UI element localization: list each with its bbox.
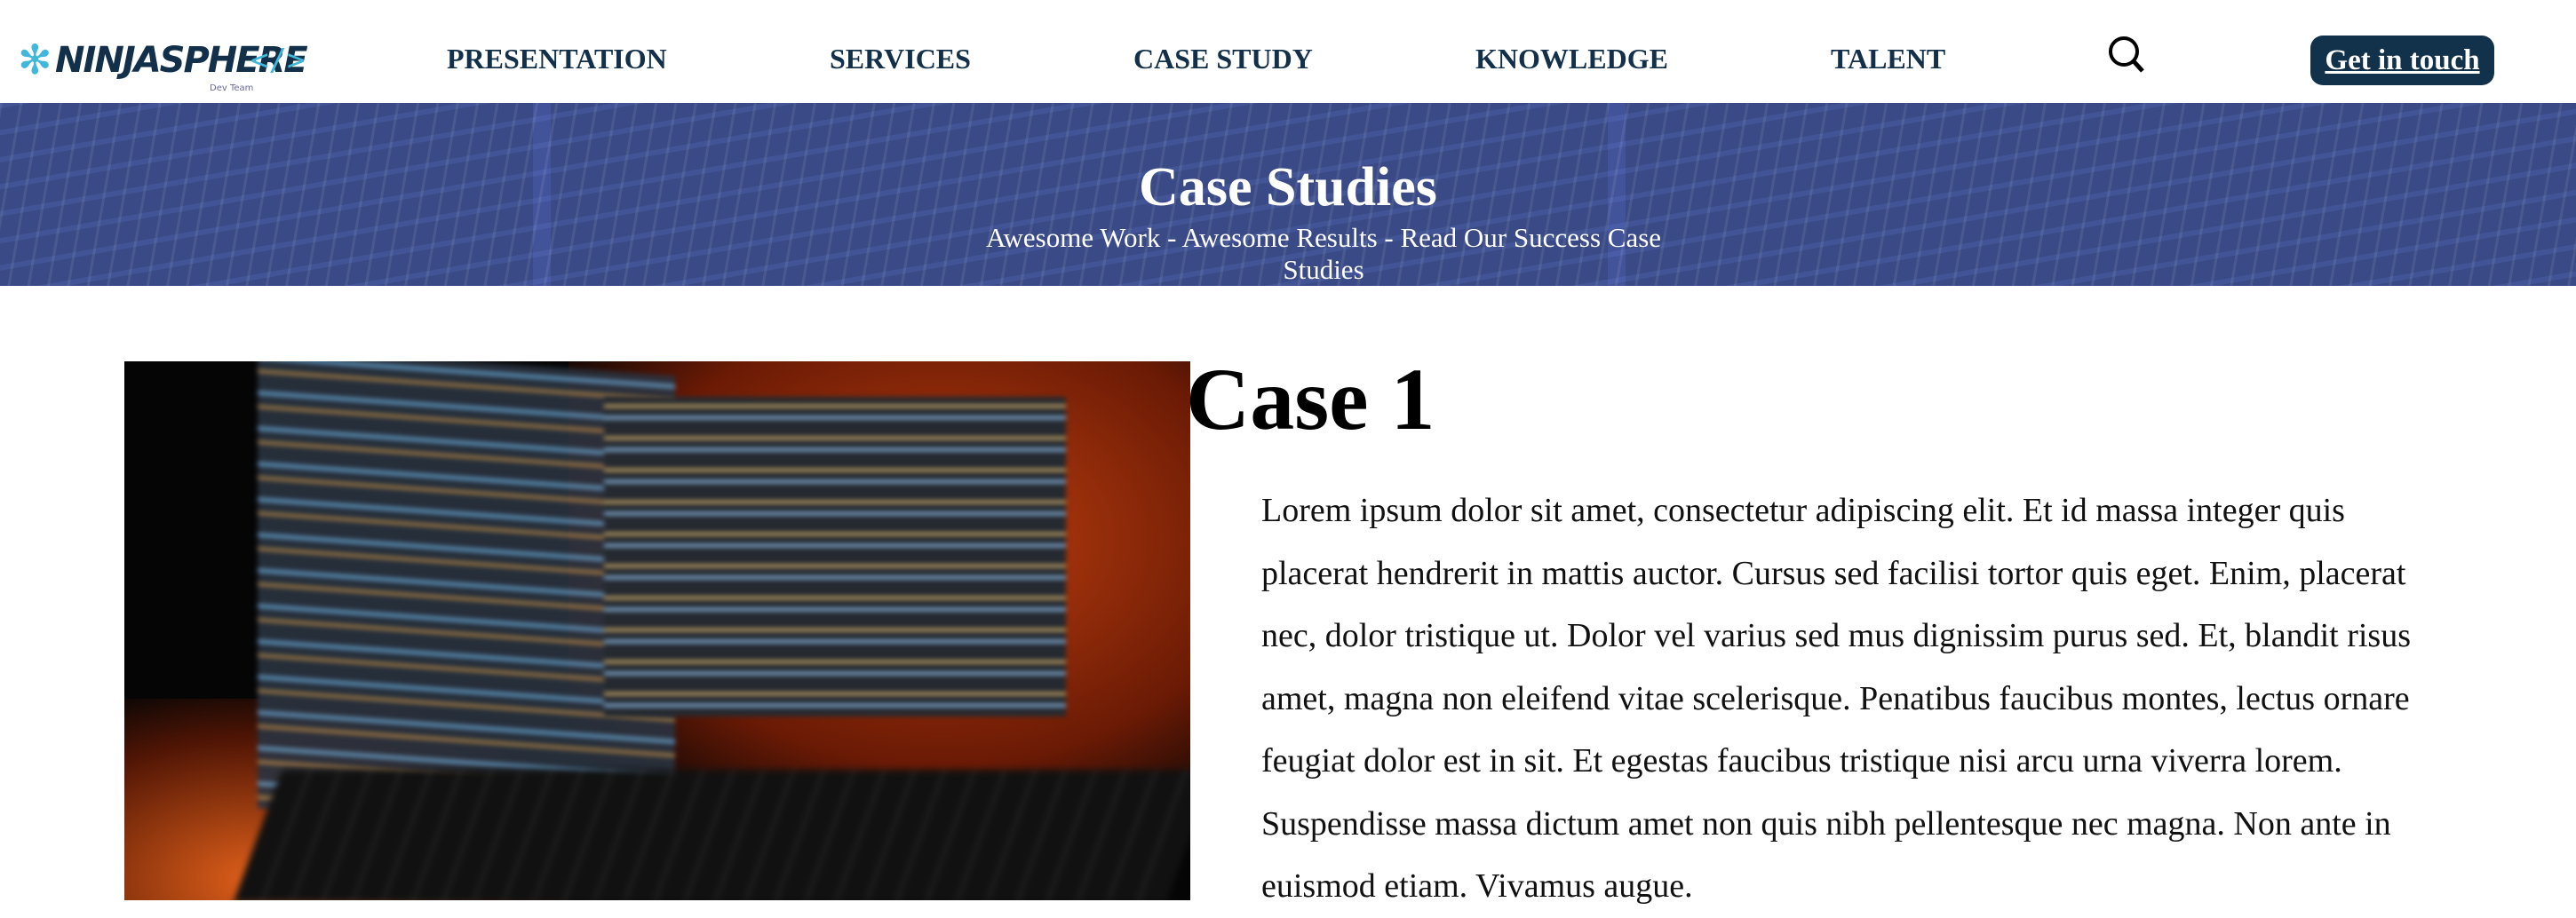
logo-tagline: Dev Team	[210, 83, 254, 93]
code-tag-icon: </>	[250, 43, 306, 78]
nav-talent[interactable]: TALENT	[1831, 41, 1945, 76]
nav-presentation[interactable]: PRESENTATION	[447, 41, 667, 76]
page-title: Case Studies	[1139, 157, 1437, 218]
nav-services[interactable]: SERVICES	[830, 41, 971, 76]
case-title: Case 1	[1186, 350, 1435, 448]
nav-knowledge[interactable]: KNOWLEDGE	[1475, 41, 1668, 76]
case-description: Lorem ipsum dolor sit amet, consectetur …	[1261, 492, 2411, 905]
shuriken-icon: ✻	[18, 36, 52, 83]
page-subtitle: Awesome Work - Awesome Results - Read Ou…	[985, 222, 1662, 285]
get-in-touch-button[interactable]: Get in touch	[2310, 36, 2494, 85]
logo[interactable]: ✻ NINJASPHERE </> Dev Team	[18, 36, 308, 98]
hero-banner: Case Studies Awesome Work - Awesome Resu…	[0, 103, 2576, 286]
case-image	[124, 361, 1190, 900]
site-header: ✻ NINJASPHERE </> Dev Team PRESENTATION …	[0, 0, 2576, 103]
search-icon[interactable]	[2107, 36, 2146, 75]
nav-case-study[interactable]: CASE STUDY	[1133, 41, 1313, 76]
